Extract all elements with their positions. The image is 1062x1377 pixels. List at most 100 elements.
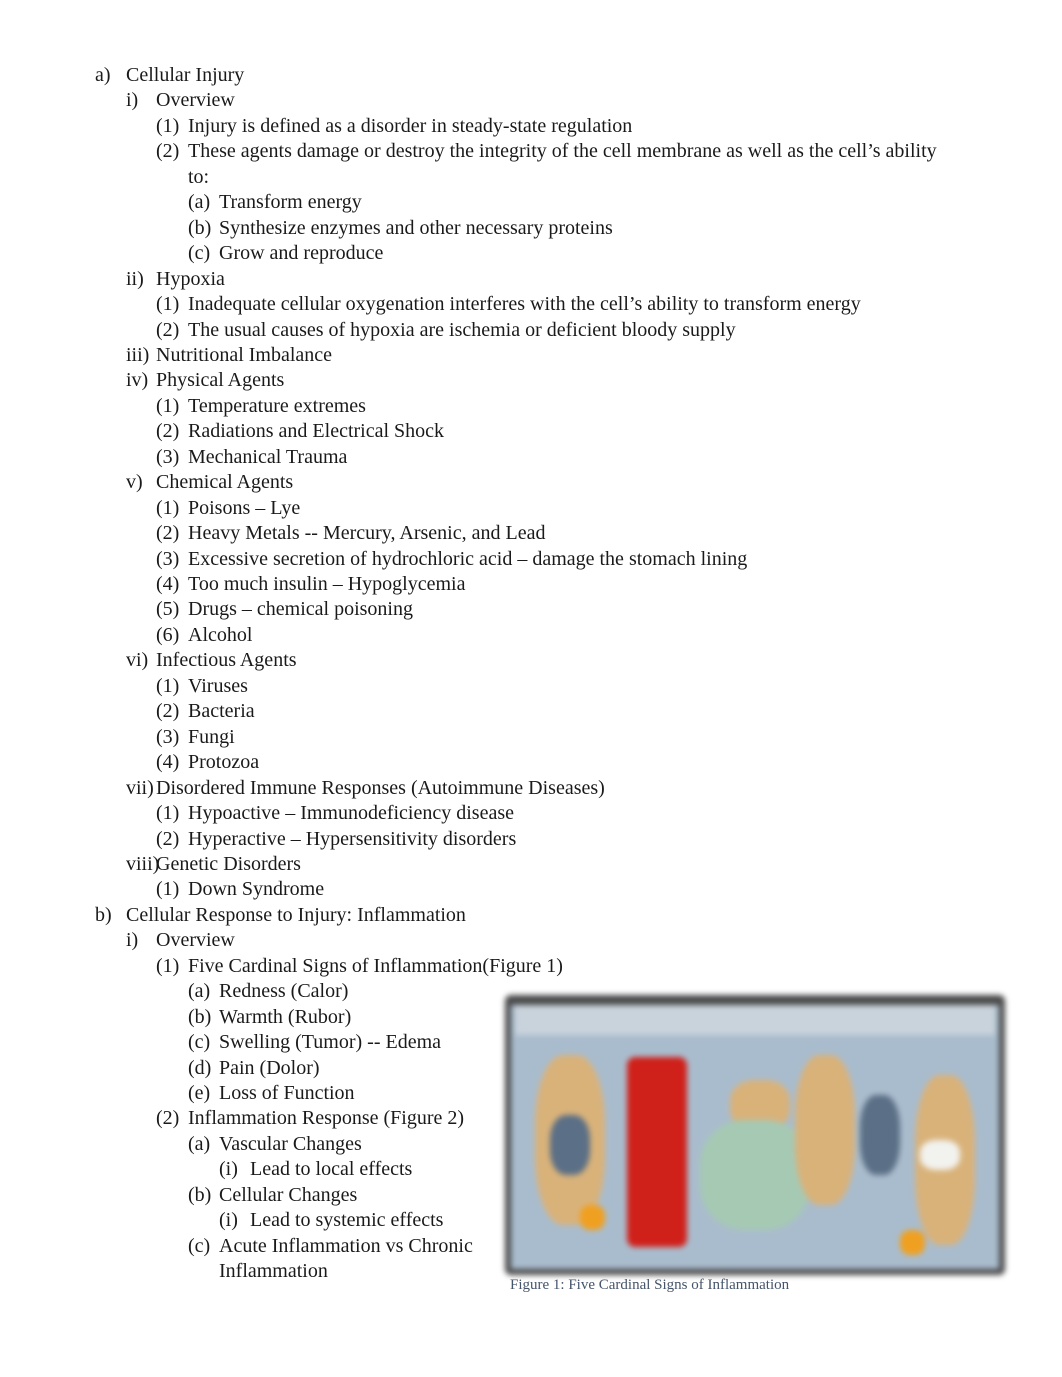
outline-item-marker: vi) bbox=[126, 649, 149, 672]
outline-item-marker: (2) bbox=[156, 140, 180, 163]
outline-item-marker: (d) bbox=[188, 1056, 212, 1079]
outline-item-text: Chemical Agents bbox=[156, 471, 294, 494]
outline-item-marker: vii) bbox=[126, 776, 154, 799]
outline-item-text: Excessive secretion of hydrochloric acid… bbox=[188, 547, 748, 570]
figure-orange-2 bbox=[900, 1230, 925, 1255]
outline-item-text: Mechanical Trauma bbox=[188, 445, 348, 468]
outline-item-marker: (1) bbox=[156, 114, 180, 137]
figure-white-shirt bbox=[920, 1140, 960, 1170]
outline-item-text: Radiations and Electrical Shock bbox=[188, 420, 445, 443]
outline-item-text: Disordered Immune Responses (Autoimmune … bbox=[156, 776, 605, 799]
outline-item-marker: a) bbox=[95, 64, 111, 86]
outline-item-text: Physical Agents bbox=[156, 369, 285, 392]
outline-item-marker: iii) bbox=[126, 343, 150, 366]
outline-item-marker: (3) bbox=[156, 445, 180, 468]
outline-item-marker: (i) bbox=[219, 1158, 238, 1181]
outline-item-text: Pain (Dolor) bbox=[219, 1056, 320, 1079]
outline-item-text: Protozoa bbox=[188, 751, 260, 774]
outline-item-marker: (2) bbox=[156, 1107, 180, 1130]
outline-item-text: Too much insulin – Hypoglycemia bbox=[188, 573, 466, 595]
figure-orange-1 bbox=[580, 1205, 605, 1230]
outline-item-text: Transform energy bbox=[219, 191, 362, 214]
outline-item-text: Swelling (Tumor) -- Edema bbox=[219, 1031, 442, 1054]
outline-item-text: Inflammation bbox=[219, 1260, 328, 1283]
outline-item-marker: (1) bbox=[156, 802, 180, 825]
outline-item-text: Hypoxia bbox=[156, 267, 225, 290]
outline-item-marker: (a) bbox=[188, 191, 211, 214]
outline-item-marker: (1) bbox=[156, 674, 180, 697]
outline-item-marker: (3) bbox=[156, 547, 180, 570]
outline-item-marker: i) bbox=[126, 89, 139, 112]
outline-item-marker: (1) bbox=[156, 878, 180, 901]
outline-item-text: Temperature extremes bbox=[188, 394, 366, 417]
outline-item-marker: b) bbox=[95, 903, 112, 926]
outline-item-text: Nutritional Imbalance bbox=[156, 343, 333, 366]
outline-item-marker: (b) bbox=[188, 1183, 212, 1206]
outline-item-marker: (c) bbox=[188, 1031, 211, 1054]
outline-item-marker: (c) bbox=[188, 1234, 211, 1257]
outline-item-text: Redness (Calor) bbox=[219, 980, 349, 1003]
outline-item-text: Cellular Injury bbox=[126, 64, 245, 86]
outline-item-text: Heavy Metals -- Mercury, Arsenic, and Le… bbox=[188, 522, 546, 545]
outline-item-marker: (1) bbox=[156, 394, 180, 417]
outline-item-marker: (4) bbox=[156, 573, 180, 595]
outline-item-marker: ii) bbox=[126, 267, 144, 290]
outline-item-text: The usual causes of hypoxia are ischemia… bbox=[188, 318, 736, 341]
outline-item-marker: (2) bbox=[156, 522, 180, 545]
outline-item-marker: (i) bbox=[219, 1209, 238, 1232]
outline-item-marker: (3) bbox=[156, 725, 180, 748]
outline-item-text: Cellular Response to Injury: Inflammatio… bbox=[126, 903, 466, 926]
outline-item-marker: viii) bbox=[126, 852, 160, 875]
outline-item-marker: (a) bbox=[188, 980, 211, 1003]
document-page: a) Cellular Injury i) Overview (1) Injury is … bbox=[0, 0, 1062, 1377]
outline-item-marker: (4) bbox=[156, 751, 180, 774]
outline-item-marker: (b) bbox=[188, 1005, 212, 1028]
outline-item-marker: (5) bbox=[156, 598, 180, 621]
outline-item-text: Viruses bbox=[188, 674, 248, 697]
outline-item-marker: iv) bbox=[126, 369, 149, 392]
outline-item-text: Genetic Disorders bbox=[156, 852, 301, 875]
outline-item-marker: i) bbox=[126, 929, 139, 952]
outline-item-marker: (b) bbox=[188, 216, 212, 239]
outline-item-text: Alcohol bbox=[188, 623, 253, 646]
outline-item-marker: (a) bbox=[188, 1132, 211, 1155]
figure-person-1-shade bbox=[550, 1115, 590, 1175]
figure-person-3 bbox=[795, 1055, 855, 1205]
outline-item-marker: (2) bbox=[156, 420, 180, 443]
outline-item-marker: (1) bbox=[156, 954, 180, 977]
outline-item-text: Vascular Changes bbox=[219, 1132, 362, 1155]
outline-item-text: Synthesize enzymes and other necessary p… bbox=[219, 216, 613, 239]
outline-item-marker: (2) bbox=[156, 318, 180, 341]
figure-banner bbox=[515, 1005, 995, 1035]
outline-item-marker: v) bbox=[126, 471, 143, 494]
outline-item-marker: (1) bbox=[156, 293, 180, 316]
figure-green-body bbox=[700, 1120, 810, 1230]
outline-item-text: These agents damage or destroy the integ… bbox=[188, 140, 937, 163]
outline-item-text: to: bbox=[188, 165, 210, 188]
outline-item-text: Injury is defined as a disorder in stead… bbox=[188, 114, 633, 137]
figure-caption: Figure 1: Five Cardinal Signs of Inflamm… bbox=[510, 1277, 790, 1293]
outline-item-text: Hyperactive – Hypersensitivity disorders bbox=[188, 827, 517, 850]
outline-item-text: Lead to systemic effects bbox=[250, 1209, 444, 1232]
outline-item-text: Warmth (Rubor) bbox=[219, 1005, 352, 1028]
outline-item-text: Lead to local effects bbox=[250, 1158, 413, 1181]
figure-red-panel bbox=[627, 1057, 687, 1247]
outline-item-text: Grow and reproduce bbox=[219, 242, 384, 265]
outline-item-text: Poisons – Lye bbox=[188, 496, 301, 519]
outline-item-text: Overview bbox=[156, 929, 235, 952]
outline-item-text: Overview bbox=[156, 89, 235, 112]
outline-item-text: Loss of Function bbox=[219, 1082, 355, 1104]
outline-item-marker: (c) bbox=[188, 242, 211, 265]
outline-item-marker: (e) bbox=[188, 1082, 211, 1104]
outline-item-text: Down Syndrome bbox=[188, 878, 325, 901]
outline-item-marker: (1) bbox=[156, 496, 180, 519]
outline-item-text: Drugs – chemical poisoning bbox=[188, 598, 413, 621]
outline-item-text: Bacteria bbox=[188, 700, 255, 723]
outline-item-marker: (2) bbox=[156, 700, 180, 723]
outline-item-marker: (2) bbox=[156, 827, 180, 850]
figure-shade-1 bbox=[860, 1095, 900, 1175]
outline-item-text: Five Cardinal Signs of Inflammation(Figu… bbox=[188, 954, 563, 977]
outline-item-marker: (6) bbox=[156, 623, 180, 646]
outline-item-text: Hypoactive – Immunodeficiency disease bbox=[188, 802, 514, 825]
outline-item-text: Infectious Agents bbox=[156, 649, 297, 672]
